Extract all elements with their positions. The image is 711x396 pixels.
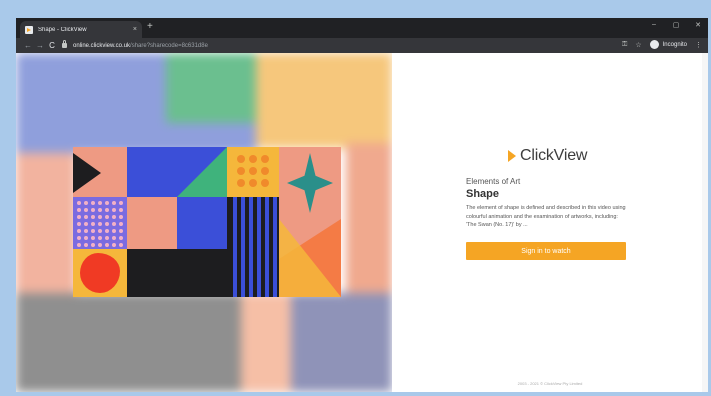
url-host: online.clickview.co.uk (73, 42, 131, 49)
close-tab-icon[interactable]: × (133, 26, 137, 33)
back-icon[interactable]: ← (22, 41, 34, 50)
video-title: Shape (466, 188, 500, 200)
video-thumbnail[interactable] (73, 147, 341, 297)
clickview-logo: ClickView (508, 147, 587, 165)
play-triangle-icon (508, 150, 516, 162)
page-content: ClickView Elements of Art Shape The elem… (16, 53, 708, 392)
reload-icon[interactable]: C (46, 41, 58, 50)
video-preview-area (16, 53, 392, 392)
new-tab-icon[interactable]: + (147, 22, 153, 32)
forward-icon[interactable]: → (34, 41, 46, 50)
scrollbar[interactable] (702, 53, 708, 392)
star-icon[interactable]: ☆ (635, 41, 641, 49)
logo-text: ClickView (520, 147, 588, 164)
video-description: The element of shape is defined and desc… (466, 205, 626, 228)
maximize-icon[interactable]: ▢ (672, 21, 680, 29)
key-icon[interactable]: ⚿ (622, 41, 627, 49)
tab-active[interactable]: Shape - ClickView × (20, 21, 142, 38)
series-title: Elements of Art (466, 177, 521, 186)
lock-icon[interactable] (62, 40, 67, 48)
video-info-panel: ClickView Elements of Art Shape The elem… (392, 53, 708, 392)
clickview-favicon-icon (25, 25, 33, 34)
incognito-label: Incognito (662, 41, 687, 48)
url-path: /share?sharecode=8c631d8e (130, 42, 208, 49)
address-bar[interactable]: online.clickview.co.uk /share?sharecode=… (62, 40, 602, 51)
sign-in-to-watch-button[interactable]: Sign in to watch (466, 242, 626, 260)
copyright-footer: 2003 - 2021 © ClickView Pty Limited (517, 381, 583, 386)
incognito-badge[interactable]: Incognito (649, 40, 687, 49)
minimize-icon[interactable]: – (650, 21, 658, 29)
menu-icon[interactable]: ⋮ (695, 41, 702, 49)
browser-window: Shape - ClickView × + – ▢ ✕ ← → C online… (16, 18, 708, 392)
incognito-icon (649, 40, 659, 49)
close-window-icon[interactable]: ✕ (694, 21, 702, 29)
window-controls: – ▢ ✕ (650, 21, 702, 29)
tab-strip: Shape - ClickView × + – ▢ ✕ (16, 18, 708, 38)
browser-toolbar: ← → C online.clickview.co.uk /share?shar… (16, 38, 708, 53)
toolbar-actions: ⚿ ☆ Incognito ⋮ (622, 40, 702, 49)
tab-title: Shape - ClickView (38, 26, 87, 33)
